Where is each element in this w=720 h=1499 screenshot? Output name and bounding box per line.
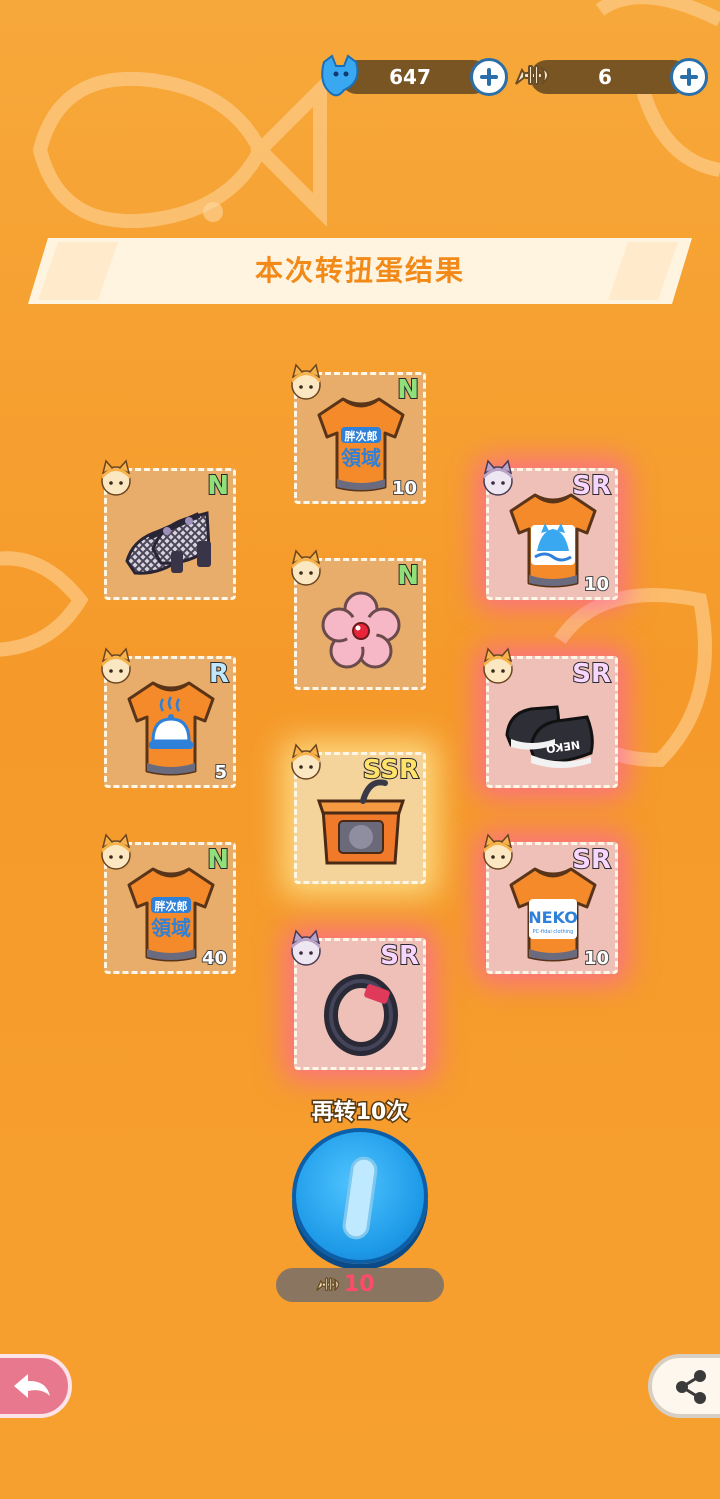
item-quantity: 10 [391,477,418,500]
share-icon [676,1370,706,1404]
rarity-badge: SR [571,658,612,690]
item-quantity: 5 [214,761,228,784]
tshirt-text-line2: 領域 [341,446,381,470]
cat-avatar-icon [101,834,131,870]
tshirt-text-line2: 領域 [151,916,191,940]
rarity-badge: N [396,374,420,406]
blue-cat-gem-icon [321,54,359,97]
rarity-badge: N [206,844,230,876]
cat-avatar-icon [291,930,321,966]
spin-again-label: 再转10次 [310,1099,410,1127]
tshirt-neko-subtext: PC-fidai clothing [533,929,574,935]
item-card-tshirt-cat-logo[interactable]: SR 10 [483,460,618,600]
rarity-badge: N [206,470,230,502]
tshirt-text-line1: 胖次郎 [345,429,378,443]
back-arrow-icon [14,1374,50,1398]
cat-avatar-icon [483,648,513,684]
cat-avatar-icon [483,460,513,496]
flower-icon [321,591,401,669]
capsule-icon [342,1156,378,1240]
tshirt-text-line1: 胖次郎 [155,899,188,913]
plaid-shoes-icon [125,511,211,575]
back-button[interactable] [0,1354,72,1418]
add-gems-button[interactable] [470,58,508,96]
fishbone-count: 6 [598,65,612,89]
item-card-plaid-shoes[interactable]: N [101,460,236,600]
item-quantity: 10 [583,947,610,970]
spin-again-button[interactable] [292,1128,428,1264]
orange-tshirt-icon [127,681,215,776]
gacha-result-screen: 647 6 本次转扭蛋结果 胖次郎 領域 N 10 N SR 10 N R 5 … [0,0,720,1499]
fishbone-icon [316,1277,340,1292]
add-fishbones-button[interactable] [670,58,708,96]
rarity-badge: SR [571,470,612,502]
cat-avatar-icon [101,460,131,496]
gem-counter: 647 [340,60,490,94]
rarity-badge: SSR [362,754,420,786]
cat-avatar-icon [291,550,321,586]
rarity-badge: R [208,658,230,690]
spin-cost: 10 [276,1268,444,1302]
item-quantity: 40 [201,947,228,970]
gem-count: 647 [389,65,431,89]
item-card-tshirt-orange-text[interactable]: 胖次郎 領域 N 10 [291,364,426,504]
cat-avatar-icon [483,834,513,870]
spin-cost-value: 10 [344,1272,375,1297]
item-card-black-sneakers[interactable]: NEKO SR [483,648,618,788]
item-card-black-bracelet[interactable]: SR [291,930,426,1070]
item-card-cat-box-furniture[interactable]: SSR [291,744,426,884]
page-title: 本次转扭蛋结果 [254,254,465,287]
sneakers-icon: NEKO [505,705,594,768]
result-title-banner: 本次转扭蛋结果 [28,238,692,304]
cat-avatar-icon [291,744,321,780]
cat-box-icon [316,779,406,865]
cat-avatar-icon [291,364,321,400]
item-card-flower-hairclip[interactable]: N [291,550,426,690]
item-card-tshirt-orange-text-2[interactable]: 胖次郎 領域 N 40 [101,834,236,974]
bracelet-icon [324,974,398,1056]
tshirt-neko-text: NEKO [528,908,578,927]
cat-avatar-icon [101,648,131,684]
item-card-tshirt-neko[interactable]: NEKO PC-fidai clothing SR 10 [483,834,618,974]
rarity-badge: SR [379,940,420,972]
item-quantity: 10 [583,573,610,596]
rarity-badge: N [396,560,420,592]
item-card-tshirt-bell-logo[interactable]: R 5 [101,648,236,788]
fishbone-icon [515,65,549,85]
rarity-badge: SR [571,844,612,876]
share-button[interactable] [648,1354,720,1418]
